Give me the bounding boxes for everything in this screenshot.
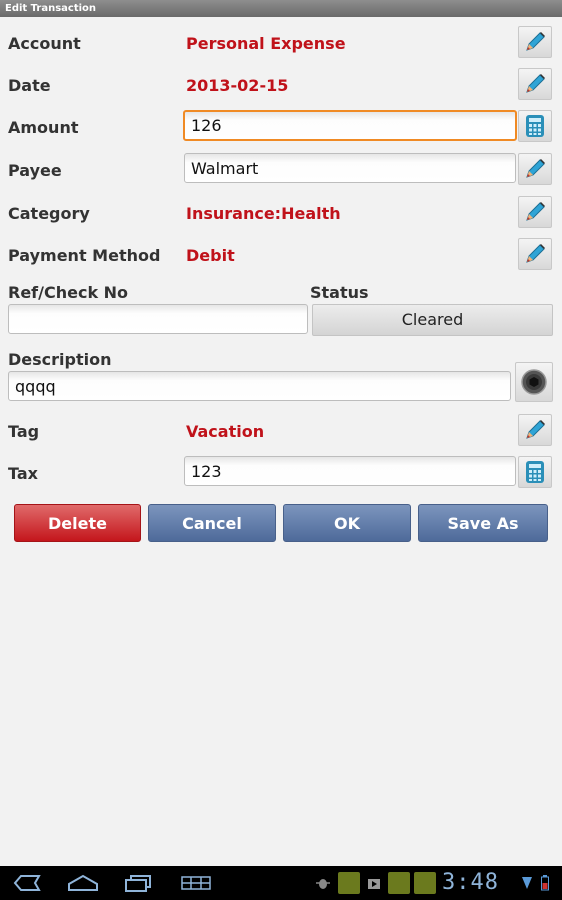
battery-icon <box>541 875 549 891</box>
tax-row: Tax 123 <box>0 456 562 490</box>
wifi-icon <box>522 877 532 889</box>
recent-apps-button[interactable] <box>122 872 154 894</box>
pencil-icon <box>526 244 545 263</box>
date-value[interactable]: 2013-02-15 <box>186 76 288 95</box>
battery-status[interactable] <box>539 872 551 894</box>
pencil-icon <box>526 202 545 221</box>
store-notification[interactable] <box>366 872 382 894</box>
clock[interactable]: 3:48 <box>442 870 499 895</box>
account-row: Account Personal Expense <box>0 26 562 60</box>
ref-check-input[interactable] <box>8 304 308 334</box>
amount-label: Amount <box>8 118 79 137</box>
cancel-button[interactable]: Cancel <box>148 504 276 542</box>
amount-row: Amount 126 <box>0 110 562 144</box>
edit-payee-button[interactable] <box>518 153 552 185</box>
description-input[interactable]: qqqq <box>8 371 511 401</box>
notification-avatar-3[interactable] <box>414 872 436 894</box>
edit-date-button[interactable] <box>518 68 552 100</box>
ok-button[interactable]: OK <box>283 504 411 542</box>
pencil-icon <box>526 32 545 51</box>
recent-apps-icon <box>125 875 151 892</box>
description-label: Description <box>8 350 112 369</box>
payment-method-value[interactable]: Debit <box>186 246 235 265</box>
account-label: Account <box>8 34 81 53</box>
home-button[interactable] <box>66 872 100 894</box>
tax-input[interactable]: 123 <box>184 456 516 486</box>
payee-row: Payee Walmart <box>0 153 562 187</box>
play-store-icon <box>368 879 380 889</box>
window-title: Edit Transaction <box>0 0 562 17</box>
category-value[interactable]: Insurance:Health <box>186 204 341 223</box>
tag-label: Tag <box>8 422 40 441</box>
payment-method-label: Payment Method <box>8 246 161 265</box>
save-as-button[interactable]: Save As <box>418 504 548 542</box>
ref-check-label: Ref/Check No <box>8 283 129 302</box>
edit-account-button[interactable] <box>518 26 552 58</box>
status-label: Status <box>310 283 369 302</box>
tag-row: Tag Vacation <box>0 414 562 448</box>
debug-notification[interactable] <box>314 872 332 894</box>
tag-value[interactable]: Vacation <box>186 422 264 441</box>
system-bar: 3:48 <box>0 866 562 900</box>
notification-avatar-1[interactable] <box>338 872 360 894</box>
edit-payment-method-button[interactable] <box>518 238 552 270</box>
bug-icon <box>316 879 330 889</box>
account-value[interactable]: Personal Expense <box>186 34 346 53</box>
payment-method-row: Payment Method Debit <box>0 238 562 272</box>
calculator-icon <box>526 461 544 483</box>
status-button[interactable]: Cleared <box>312 304 553 336</box>
tax-calculator-button[interactable] <box>518 456 552 488</box>
amount-calculator-button[interactable] <box>518 110 552 142</box>
notification-avatar-2[interactable] <box>388 872 410 894</box>
amount-input[interactable]: 126 <box>183 110 517 141</box>
category-label: Category <box>8 204 90 223</box>
menu-button[interactable] <box>180 872 212 894</box>
date-row: Date 2013-02-15 <box>0 68 562 102</box>
camera-button[interactable] <box>515 362 553 402</box>
grid-menu-icon <box>181 876 211 890</box>
pencil-icon <box>526 74 545 93</box>
delete-button[interactable]: Delete <box>14 504 141 542</box>
edit-category-button[interactable] <box>518 196 552 228</box>
pencil-icon <box>526 159 545 178</box>
camera-icon <box>521 369 547 395</box>
date-label: Date <box>8 76 51 95</box>
edit-tag-button[interactable] <box>518 414 552 446</box>
payee-input[interactable]: Walmart <box>184 153 516 183</box>
tax-label: Tax <box>8 464 38 483</box>
calculator-icon <box>526 115 544 137</box>
wifi-status[interactable] <box>521 872 533 894</box>
category-row: Category Insurance:Health <box>0 196 562 230</box>
pencil-icon <box>526 420 545 439</box>
payee-label: Payee <box>8 161 62 180</box>
back-button[interactable] <box>12 872 42 894</box>
back-icon <box>13 875 41 891</box>
home-icon <box>68 874 98 891</box>
